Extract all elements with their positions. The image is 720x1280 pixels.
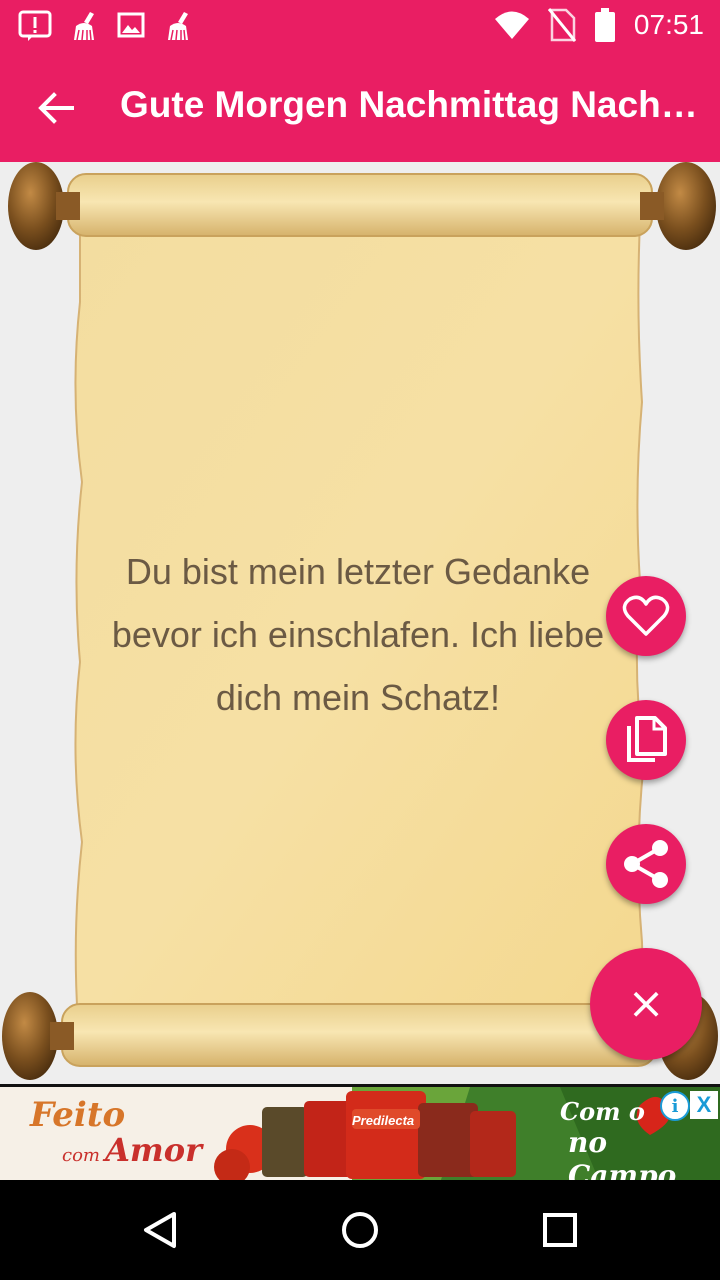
nav-back-button[interactable] [130,1204,190,1256]
image-icon [117,12,145,38]
close-menu-button[interactable]: × [590,948,702,1060]
cleaner-icon [168,12,188,41]
no-sim-icon [547,8,576,42]
ad-text-left: Feito com Amor [30,1095,202,1169]
share-icon [624,840,668,888]
close-icon: × [627,978,665,1029]
nav-home-button[interactable] [330,1204,390,1256]
notification-icons [18,10,194,42]
arrow-back-icon [38,92,74,124]
clock: 07:51 [633,9,704,40]
alert-icon [18,10,52,41]
ad-text-no-campo: no Campo [568,1126,677,1183]
message-text: Du bist mein letzter Gedanke bevor ich e… [111,551,605,718]
ad-banner[interactable]: Feito com Amor Predilecta Com o no Campo… [0,1084,720,1183]
wifi-icon [494,11,529,39]
close-icon: X [696,1092,712,1117]
recents-square-icon [543,1213,577,1247]
copy-icon [627,716,667,762]
ad-text-com: com [62,1145,100,1166]
ad-close-button[interactable]: X [690,1091,718,1119]
back-button[interactable] [28,82,84,134]
ad-text-feito: Feito [30,1095,126,1135]
favorite-button[interactable] [606,576,686,656]
cleaner-icon [74,12,94,41]
ad-info-button[interactable]: i [660,1091,690,1121]
heart-outline-icon [622,595,670,636]
page-title: Gute Morgen Nachmittag Nachricht [120,84,705,125]
system-icons: 07:51 [494,8,704,42]
home-circle-icon [342,1212,378,1248]
nav-recents-button[interactable] [530,1204,590,1256]
copy-button[interactable] [606,700,686,780]
share-button[interactable] [606,824,686,904]
ad-text-amor: Amor [105,1131,202,1169]
ad-brand: Predilecta [352,1113,415,1128]
info-icon: i [671,1095,679,1117]
app-bar: Gute Morgen Nachmittag Nachricht [0,52,720,162]
status-bar: 07:51 [0,0,720,52]
back-triangle-icon [144,1212,176,1248]
navigation-bar [0,1180,720,1280]
battery-icon [594,8,615,42]
